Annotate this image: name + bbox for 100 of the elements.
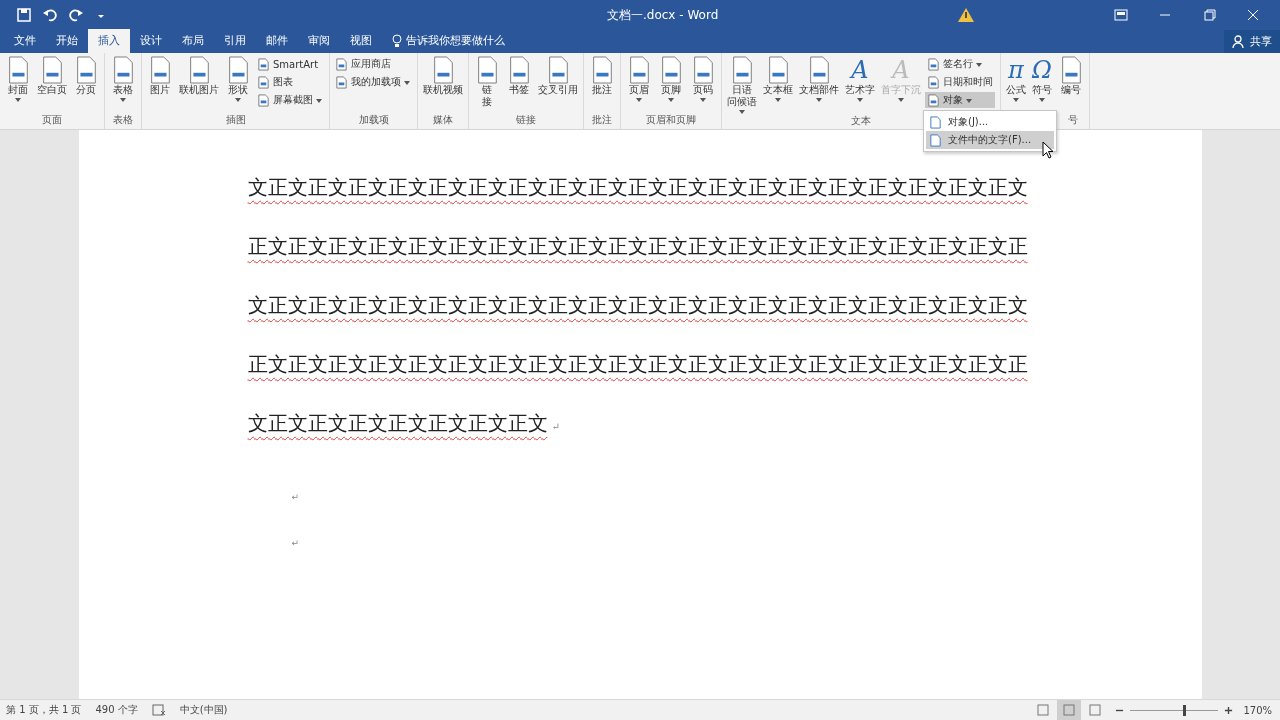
- ribbon-button[interactable]: 联机图片: [177, 56, 221, 113]
- lightbulb-icon: [392, 33, 402, 48]
- ribbon-button[interactable]: 日语 问候语: [725, 56, 759, 114]
- proofing-icon[interactable]: [151, 704, 166, 716]
- caret-icon: [1013, 98, 1019, 102]
- caret-icon: [316, 99, 322, 103]
- ribbon-button[interactable]: 页脚: [656, 56, 686, 113]
- caret-icon: [966, 99, 972, 103]
- caret-icon: [636, 98, 642, 102]
- ribbon-tab[interactable]: 邮件: [256, 29, 298, 53]
- ribbon-button[interactable]: 日期和时间: [925, 74, 995, 90]
- caret-icon: [1039, 98, 1045, 102]
- caret-icon: [739, 110, 745, 114]
- ribbon-button[interactable]: 封面: [3, 56, 33, 113]
- page-icon: [1088, 704, 1103, 716]
- ribbon-tab[interactable]: 插入: [88, 29, 130, 53]
- group-label: 媒体: [433, 113, 453, 127]
- caret-icon: [668, 98, 674, 102]
- caret-icon: [404, 81, 410, 85]
- menu-item[interactable]: 文件中的文字(F)...: [926, 131, 1054, 149]
- ribbon-button[interactable]: 编号: [1056, 56, 1086, 113]
- ribbon-button[interactable]: 链 接: [472, 56, 502, 113]
- tell-me-field[interactable]: 告诉我你想要做什么: [382, 33, 515, 53]
- group-label: 批注: [592, 113, 612, 127]
- ribbon-button[interactable]: 空白页: [35, 56, 69, 113]
- ribbon-button[interactable]: 页眉: [624, 56, 654, 113]
- ribbon-display-icon[interactable]: [1114, 9, 1128, 21]
- ribbon-tab[interactable]: 开始: [46, 29, 88, 53]
- person-icon: [1232, 34, 1246, 49]
- ribbon-button[interactable]: 页码: [688, 56, 718, 113]
- document-icon: [257, 93, 270, 107]
- ribbon-tab[interactable]: 审阅: [298, 29, 340, 53]
- document-icon: [257, 75, 270, 89]
- page-icon: [1036, 704, 1051, 716]
- group-label: 表格: [113, 113, 133, 127]
- document-icon: [335, 57, 348, 71]
- close-icon[interactable]: [1246, 9, 1260, 21]
- group-label: 链接: [516, 113, 536, 127]
- ribbon-tab[interactable]: 视图: [340, 29, 382, 53]
- group-label: 文本: [851, 114, 871, 128]
- ribbon-button[interactable]: 图表: [255, 74, 324, 90]
- ribbon-button[interactable]: 批注: [587, 56, 617, 113]
- ribbon-button[interactable]: SmartArt: [255, 56, 324, 72]
- body-text: 文正文正文正文正文正文正文正文正文正文正文正文正文正文正文正文正文正文正文正文正文正文正文正文正文正文正文正文正文正文正文正文正文正文正文正文正文正文正文正文正文正文正文正文正文正文正文正文正文正文正文正文正文正文正文正文正文正文正文正文正文正文正文正文正文正文正文正文正文正文正文正文正文正文正文正文正文正文正文正文正文正文正文正文正文正文 ↵: [247, 174, 1029, 437]
- ribbon-button[interactable]: 联机视频: [421, 56, 465, 113]
- group-label: 页眉和页脚: [646, 113, 696, 127]
- document-icon: [927, 57, 940, 71]
- undo-icon[interactable]: [43, 8, 57, 22]
- warning-icon: [958, 8, 974, 22]
- menu-item[interactable]: 对象(J)...: [926, 113, 1054, 131]
- page-count[interactable]: 第 1 页，共 1 页: [6, 703, 82, 717]
- group-label: 加载项: [358, 113, 389, 127]
- caret-icon: [898, 98, 904, 102]
- ribbon-button[interactable]: 交叉引用: [536, 56, 580, 113]
- group-label: 页面: [42, 113, 62, 127]
- caret-icon: [235, 98, 241, 102]
- word-count[interactable]: 490 个字: [95, 703, 138, 717]
- ribbon-tab[interactable]: 引用: [214, 29, 256, 53]
- ribbon-tab[interactable]: 布局: [172, 29, 214, 53]
- window-title: 文档一.docx - Word: [607, 6, 719, 24]
- zoom-level[interactable]: 170%: [1243, 704, 1272, 716]
- ribbon-button[interactable]: 分页: [71, 56, 101, 113]
- ribbon-button[interactable]: 形状: [223, 56, 253, 113]
- redo-icon[interactable]: [69, 8, 83, 22]
- ribbon-button[interactable]: 我的加载项: [333, 74, 412, 90]
- ribbon-button[interactable]: 文档部件: [797, 56, 841, 114]
- page-icon: [1062, 704, 1077, 716]
- caret-icon: [700, 98, 706, 102]
- caret-icon: [15, 98, 21, 102]
- ribbon-button[interactable]: 表格: [108, 56, 138, 113]
- document-icon: [927, 93, 940, 107]
- document-icon: [929, 133, 942, 147]
- paragraph-mark: ↵: [291, 492, 300, 502]
- ribbon-tab[interactable]: 设计: [130, 29, 172, 53]
- ribbon-button[interactable]: 文本框: [761, 56, 795, 114]
- share-button[interactable]: 共享: [1224, 30, 1280, 53]
- group-label: 号: [1068, 113, 1079, 127]
- ribbon-button[interactable]: 应用商店: [333, 56, 412, 72]
- save-icon[interactable]: [17, 8, 31, 22]
- restore-icon[interactable]: [1202, 9, 1216, 21]
- document-icon: [335, 75, 348, 89]
- ribbon-button[interactable]: 对象: [925, 92, 995, 108]
- caret-icon: [120, 98, 126, 102]
- ribbon-button[interactable]: A 艺术字: [843, 56, 877, 114]
- document-icon: [927, 75, 940, 89]
- caret-icon: [857, 98, 863, 102]
- caret-icon: [976, 63, 982, 67]
- caret-icon: [816, 98, 822, 102]
- ribbon-button[interactable]: 屏幕截图: [255, 92, 324, 108]
- ribbon-button[interactable]: 签名行: [925, 56, 995, 72]
- group-label: 插图: [225, 113, 246, 127]
- ribbon-button[interactable]: π 公式: [1004, 56, 1028, 113]
- ribbon-button[interactable]: Ω 符号: [1030, 56, 1054, 113]
- ribbon-button[interactable]: 图片: [145, 56, 175, 113]
- language-status[interactable]: 中文(中国): [179, 703, 228, 717]
- ribbon-tab[interactable]: 文件: [4, 29, 46, 53]
- document-icon: [257, 57, 270, 71]
- zoom-in-icon[interactable]: [1224, 705, 1234, 715]
- caret-icon: [775, 98, 781, 102]
- ribbon-button[interactable]: 书签: [504, 56, 534, 113]
